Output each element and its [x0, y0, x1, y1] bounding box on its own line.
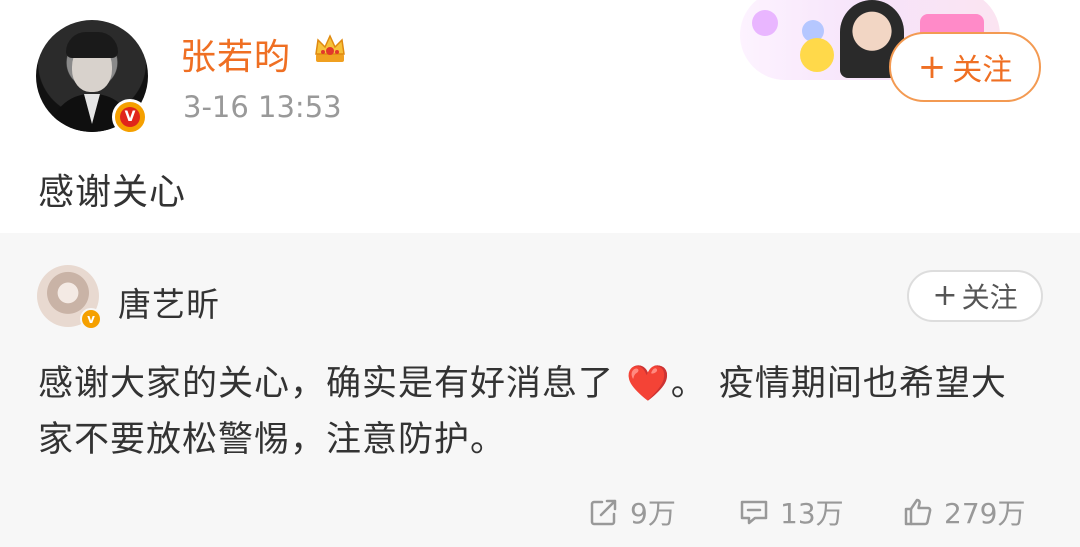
quoted-text-part1: 感谢大家的关心，确实是有好消息了	[38, 364, 615, 404]
repost-count: 9万	[630, 497, 676, 530]
post-timestamp: 3-16 13:53	[183, 90, 342, 124]
crown-icon	[315, 34, 345, 62]
comment-count: 13万	[780, 497, 844, 530]
post-action-bar: 9万 13万 279万	[580, 490, 1050, 534]
mascot-icon	[800, 38, 834, 72]
author-username[interactable]: 张若昀	[180, 28, 291, 80]
quoted-author-username[interactable]: 唐艺昕	[118, 278, 220, 326]
planet-icon	[752, 10, 778, 36]
share-icon	[590, 499, 617, 526]
follow-label: 关注	[952, 53, 1013, 88]
thumbs-up-icon	[904, 498, 932, 526]
repost-button[interactable]: 9万	[588, 490, 676, 534]
follow-button[interactable]: + 关注	[889, 32, 1041, 102]
post-body-text: 感谢关心	[38, 172, 187, 213]
plus-icon: +	[932, 278, 958, 313]
like-button[interactable]: 279万	[902, 490, 1025, 534]
verified-badge-inner: V	[120, 107, 140, 127]
follow-quoted-button[interactable]: + 关注	[907, 270, 1043, 322]
like-count: 279万	[944, 497, 1026, 530]
avatar-hair	[66, 32, 118, 58]
comment-icon	[740, 500, 768, 525]
verified-badge-icon: v	[80, 308, 102, 330]
heart-emoji-icon: ❤️	[626, 364, 671, 404]
follow-quoted-label: 关注	[961, 281, 1018, 314]
plus-icon: +	[917, 47, 947, 87]
verified-badge-icon: V	[112, 99, 148, 135]
comment-button[interactable]: 13万	[738, 490, 844, 534]
quoted-body-text: 感谢大家的关心，确实是有好消息了 ❤️。 疫情期间也希望大家不要放松警惕，注意防…	[38, 356, 1028, 468]
post-header-area: V 张若昀 3-16 13:53 + 关注 感谢关心	[0, 0, 1080, 233]
